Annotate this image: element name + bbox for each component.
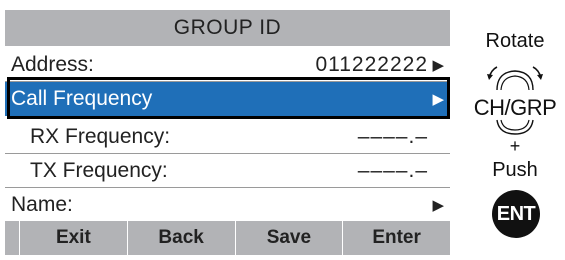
hardware-controls: Rotate CH/GRP + Push ENT [465, 0, 565, 260]
softkey-save[interactable]: Save [236, 221, 344, 255]
row-label: TX Frequency: [30, 158, 168, 182]
row-label: Address: [11, 52, 94, 76]
row-value: ––––.– [357, 158, 428, 182]
softkey-bar: Exit Back Save Enter [5, 221, 450, 255]
screen-title: GROUP ID [5, 10, 450, 46]
softkey-back[interactable]: Back [128, 221, 236, 255]
softkey-enter[interactable]: Enter [343, 221, 450, 255]
selection-highlight-frame [7, 77, 450, 119]
menu-row-tx-frequency[interactable]: TX Frequency: ––––.– [5, 154, 450, 188]
push-label: Push [492, 159, 538, 181]
menu-row-name[interactable]: Name: ▶ [5, 188, 450, 222]
ch-grp-label: CH/GRP [473, 95, 557, 120]
rotate-label: Rotate [485, 30, 545, 52]
plus-label: + [509, 136, 521, 156]
lcd-screen: GROUP ID Address: 011222222 ▶ Call Frequ… [5, 10, 450, 255]
row-value: 011222222 [315, 52, 428, 76]
right-arrow-icon: ▶ [432, 56, 444, 74]
row-label: Name: [11, 193, 73, 216]
row-label: RX Frequency: [30, 124, 171, 148]
softkey-exit[interactable]: Exit [20, 221, 128, 255]
row-value: ––––.– [357, 124, 428, 148]
right-arrow-icon: ▶ [432, 197, 444, 214]
softkey-spacer [5, 221, 20, 255]
menu-row-rx-frequency[interactable]: RX Frequency: ––––.– [5, 120, 450, 154]
ent-button[interactable]: ENT [492, 190, 540, 238]
